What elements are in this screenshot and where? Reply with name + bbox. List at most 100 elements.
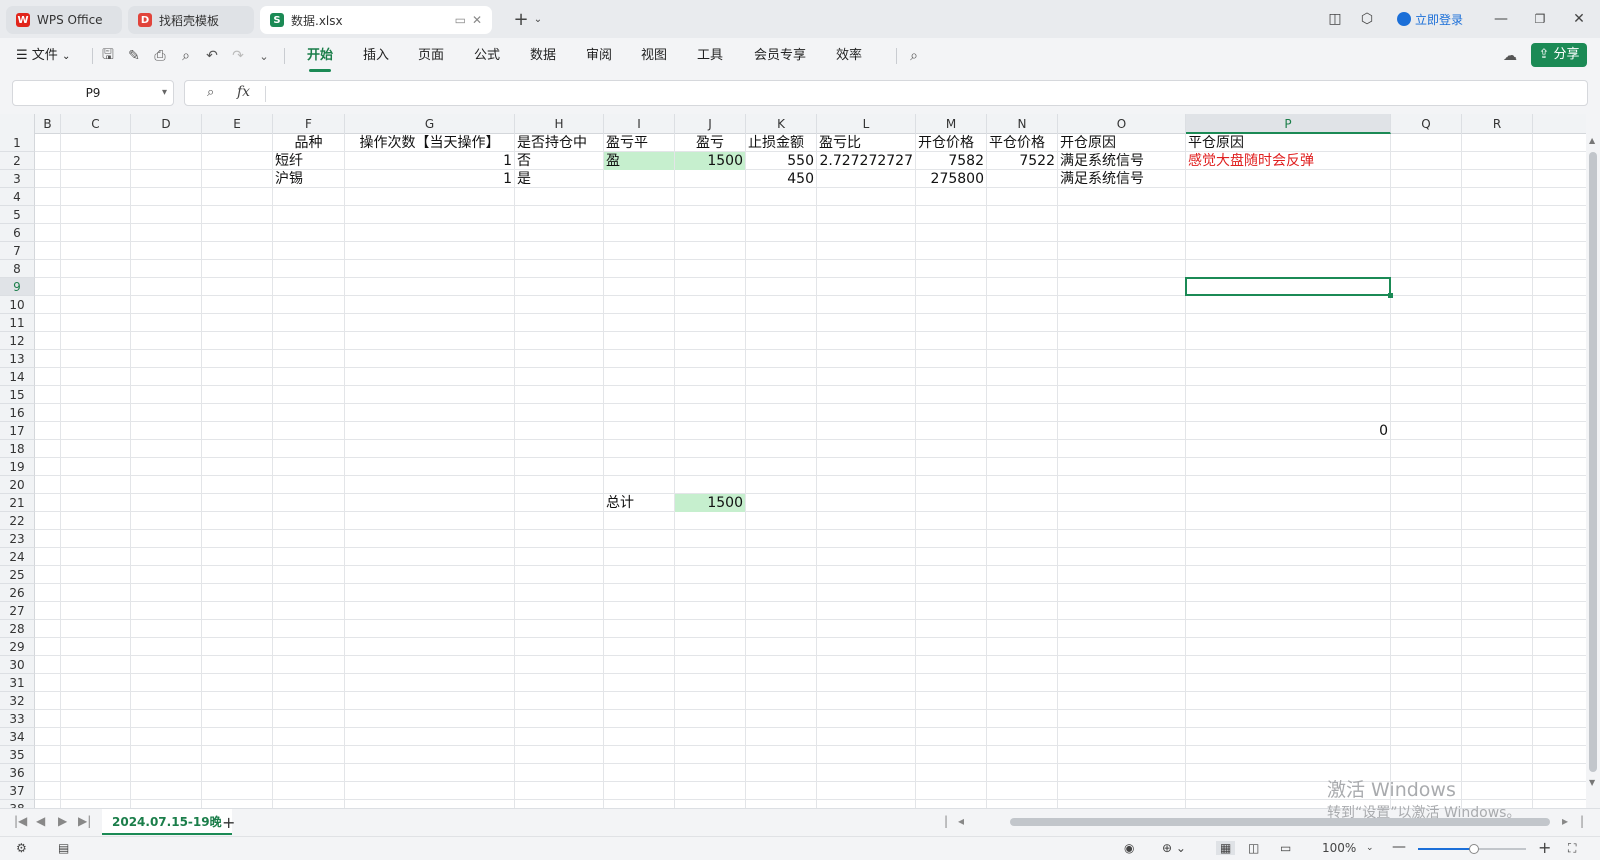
row-header-33[interactable]: 33 [0,710,35,728]
layout-panel-icon[interactable]: ◫ [1326,9,1344,29]
row-header-12[interactable]: 12 [0,332,35,350]
eye-protection-icon[interactable]: ◉ [1124,841,1134,855]
cell-H2[interactable]: 否 [515,152,603,170]
column-header-B[interactable]: B [35,114,61,134]
cell-G1[interactable]: 操作次数【当天操作】 [345,134,514,152]
zoom-dropdown-icon[interactable]: ⌄ [1366,843,1374,853]
cell-K3[interactable]: 450 [746,170,816,188]
spreadsheet-grid[interactable]: BCDEFGHIJKLMNOPQR 1 2 3 4 5 6 7 8 9 10 11 12 13 14 15 1… [0,114,1586,808]
vertical-scrollbar[interactable]: ▲ ▼ [1586,114,1600,808]
cell-H1[interactable]: 是否持仓中 [515,134,603,152]
normal-view-icon[interactable]: ▦ [1216,841,1236,855]
row-header-18[interactable]: 18 [0,440,35,458]
column-header-L[interactable]: L [817,114,916,134]
menu-member[interactable]: 会员专享 [754,46,806,66]
cube-icon[interactable]: ⬡ [1358,9,1376,29]
column-header-C[interactable]: C [61,114,131,134]
cell-J21[interactable]: 1500 [675,494,745,512]
menu-view[interactable]: 视图 [641,46,667,66]
cell-I1[interactable]: 盈亏平 [604,134,674,152]
row-header-24[interactable]: 24 [0,548,35,566]
row-header-29[interactable]: 29 [0,638,35,656]
function-icon[interactable]: fx [237,84,250,100]
scroll-left-icon[interactable]: ◂ [958,814,964,828]
zoom-slider[interactable] [1418,844,1526,854]
row-header-2[interactable]: 2 [0,152,35,170]
menu-page[interactable]: 页面 [418,46,444,66]
page-break-icon[interactable]: ▭ [1280,841,1291,855]
cell-L1[interactable]: 盈亏比 [817,134,915,152]
column-header-M[interactable]: M [916,114,987,134]
cell-O2[interactable]: 满足系统信号 [1058,152,1185,170]
row-header-31[interactable]: 31 [0,674,35,692]
tab-docer-templates[interactable]: D 找稻壳模板 [128,6,254,34]
cell-K2[interactable]: 550 [746,152,816,170]
row-header-27[interactable]: 27 [0,602,35,620]
login-link[interactable]: 立即登录 [1392,9,1468,29]
row-header-6[interactable]: 6 [0,224,35,242]
minimize-icon[interactable]: — [1492,9,1510,29]
close-window-icon[interactable]: ✕ [1570,9,1588,29]
monitor-icon[interactable]: ▭ [455,13,466,27]
row-header-3[interactable]: 3 [0,170,35,188]
print-preview-icon[interactable]: ⌕ [178,48,194,64]
column-header-D[interactable]: D [131,114,202,134]
row-header-15[interactable]: 15 [0,386,35,404]
cell-L2[interactable]: 2.727272727 [817,152,915,170]
name-box[interactable]: P9 ▾ [12,80,174,106]
row-header-28[interactable]: 28 [0,620,35,638]
cell-M1[interactable]: 开仓价格 [916,134,986,152]
row-header-19[interactable]: 19 [0,458,35,476]
cell-F1[interactable]: 品种 [273,134,344,152]
cell-O3[interactable]: 满足系统信号 [1058,170,1185,188]
cell-J2[interactable]: 1500 [675,152,745,170]
close-tab-icon[interactable]: ✕ [472,13,482,27]
row-header-34[interactable]: 34 [0,728,35,746]
add-sheet-icon[interactable]: + [222,813,235,832]
undo-icon[interactable]: ↶ [204,48,220,64]
new-tab-plus-icon[interactable]: + [512,9,530,30]
cell-H3[interactable]: 是 [515,170,603,188]
cell-I21[interactable]: 总计 [604,494,674,512]
cell-I2[interactable]: 盈 [604,152,674,170]
row-header-35[interactable]: 35 [0,746,35,764]
menu-formulas[interactable]: 公式 [474,46,500,66]
cell-F3[interactable]: 沪锡 [273,170,344,188]
column-header-G[interactable]: G [345,114,515,134]
row-header-5[interactable]: 5 [0,206,35,224]
first-sheet-icon[interactable]: |◀ [14,814,27,828]
zoom-icon[interactable]: ⌕ [207,85,214,100]
column-header-R[interactable]: R [1462,114,1533,134]
menu-insert[interactable]: 插入 [363,46,389,66]
menu-review[interactable]: 审阅 [586,46,612,66]
column-header-K[interactable]: K [746,114,817,134]
menu-home[interactable]: 开始 [307,46,333,72]
row-header-14[interactable]: 14 [0,368,35,386]
cell-P1[interactable]: 平仓原因 [1186,134,1390,152]
column-header-N[interactable]: N [987,114,1058,134]
column-header-E[interactable]: E [202,114,273,134]
sheet-view-icon[interactable]: ▤ [58,841,69,855]
cell-O1[interactable]: 开仓原因 [1058,134,1185,152]
select-all-corner[interactable] [0,114,35,134]
row-header-13[interactable]: 13 [0,350,35,368]
row-header-1[interactable]: 1 [0,134,35,152]
tab-wps-office[interactable]: W WPS Office [6,6,122,34]
search-icon[interactable]: ⌕ [906,48,922,64]
menu-data[interactable]: 数据 [530,46,556,66]
row-header-32[interactable]: 32 [0,692,35,710]
row-header-22[interactable]: 22 [0,512,35,530]
share-button[interactable]: ⇪ 分享 [1531,43,1587,67]
row-header-21[interactable]: 21 [0,494,35,512]
row-header-20[interactable]: 20 [0,476,35,494]
sheet-tab-active[interactable]: 2024.07.15-19晚 [102,809,232,835]
chevron-down-icon[interactable]: ▾ [162,81,167,105]
macro-record-icon[interactable]: ⚙ [16,841,27,855]
tab-list-chevron-icon[interactable]: ⌄ [532,9,544,29]
zoom-in-icon[interactable]: + [1538,838,1551,857]
zoom-level[interactable]: 100% [1322,841,1356,855]
vertical-scroll-thumb[interactable] [1589,152,1597,772]
row-header-26[interactable]: 26 [0,584,35,602]
row-header-11[interactable]: 11 [0,314,35,332]
cell-M3[interactable]: 275800 [916,170,986,188]
